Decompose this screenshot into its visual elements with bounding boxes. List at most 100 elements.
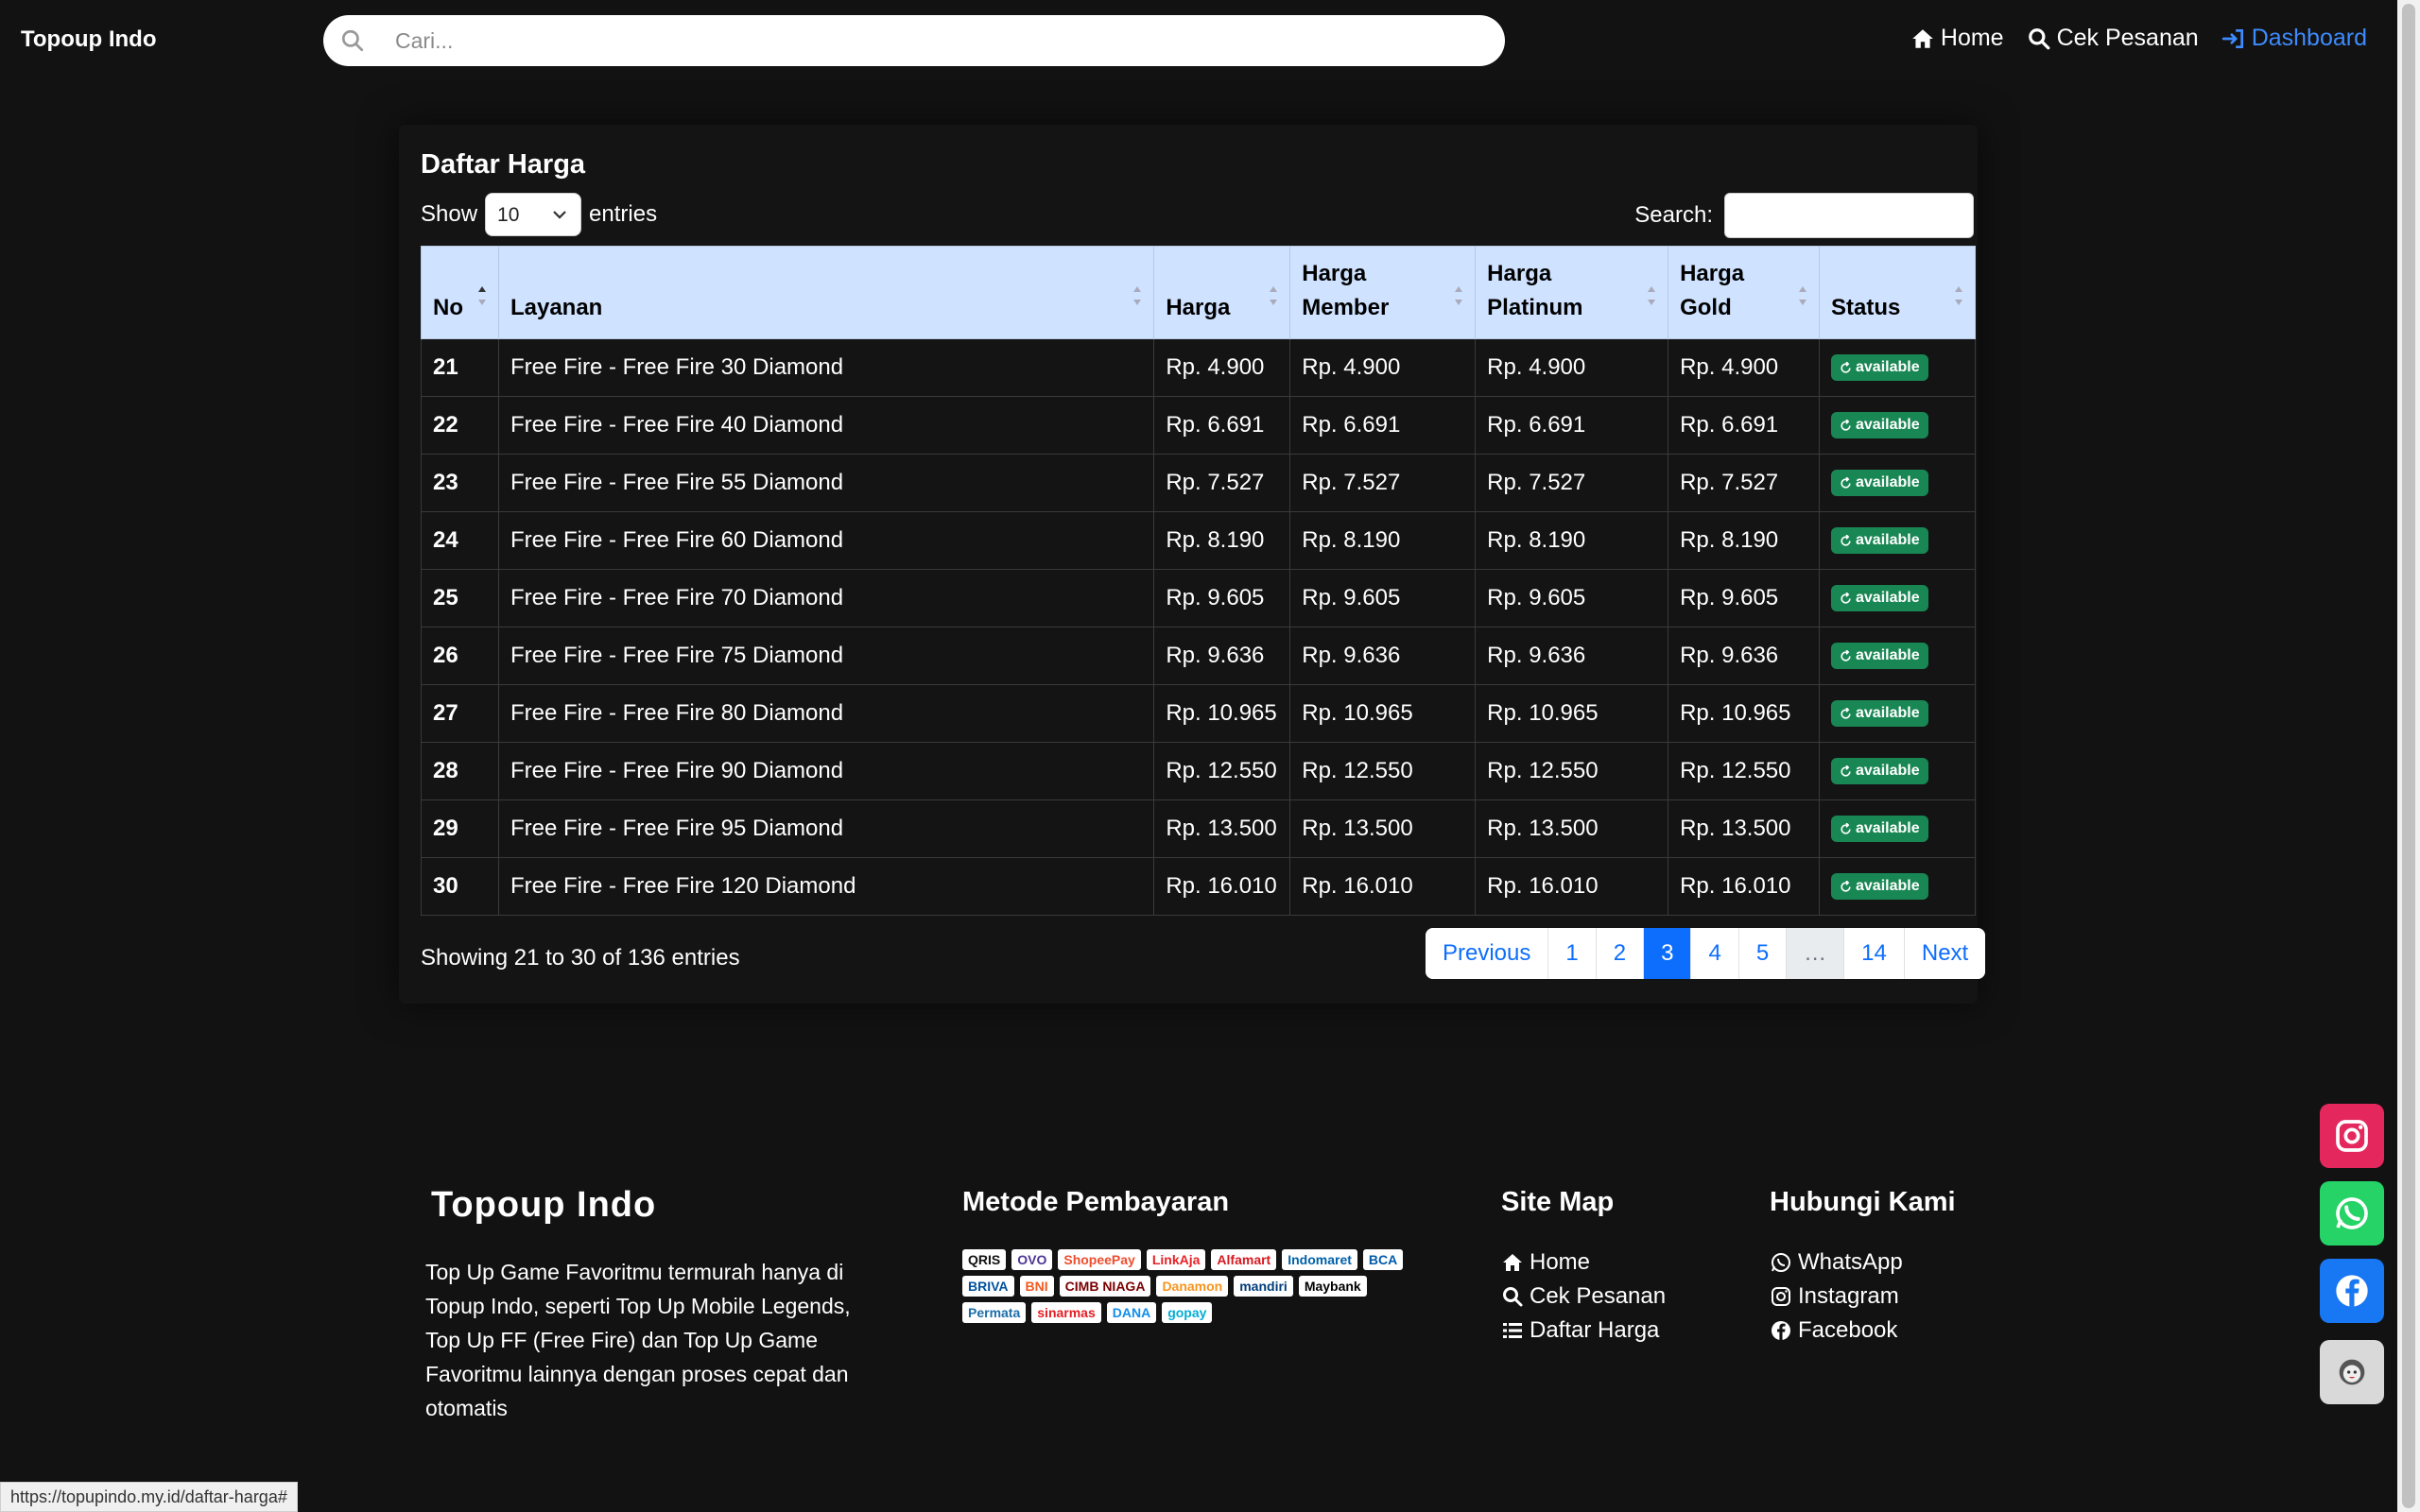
- scrollbar-thumb[interactable]: [2402, 4, 2415, 1508]
- pagination-button[interactable]: Previous: [1426, 928, 1549, 979]
- cell-harga-gold: Rp. 16.010: [1668, 857, 1820, 916]
- show-label: Show: [421, 201, 478, 227]
- table-search-input[interactable]: [1724, 193, 1974, 238]
- instagram-fab[interactable]: [2320, 1104, 2384, 1168]
- status-label: available: [1856, 590, 1920, 607]
- cell-no: 26: [421, 627, 499, 685]
- cell-harga-platinum: Rp. 6.691: [1475, 396, 1669, 455]
- col-harga[interactable]: Harga: [1153, 246, 1291, 339]
- refresh-icon: [1841, 765, 1851, 777]
- status-badge: available: [1831, 527, 1928, 555]
- status-label: available: [1856, 359, 1920, 376]
- status-badge: available: [1831, 816, 1928, 843]
- payment-logo: OVO: [1011, 1249, 1053, 1270]
- page-length-select[interactable]: 10: [485, 193, 582, 236]
- cell-harga-member: Rp. 12.550: [1289, 742, 1477, 800]
- cell-harga: Rp. 7.527: [1153, 454, 1291, 512]
- cell-status: available: [1819, 627, 1976, 685]
- sitemap-daftar-harga-link[interactable]: Daftar Harga: [1501, 1314, 1666, 1348]
- col-status[interactable]: Status: [1819, 246, 1976, 339]
- cell-harga-gold: Rp. 9.636: [1668, 627, 1820, 685]
- sort-icon: [1133, 286, 1142, 305]
- refresh-icon: [1841, 649, 1851, 662]
- table-row: 29 Free Fire - Free Fire 95 Diamond Rp. 13…: [421, 799, 1976, 858]
- sitemap-list: Home Cek Pesanan Daftar Harga: [1501, 1246, 1666, 1348]
- brand-logo[interactable]: Topoup Indo: [21, 26, 157, 53]
- table-info: Showing 21 to 30 of 136 entries: [421, 945, 740, 971]
- support-fab[interactable]: [2320, 1340, 2384, 1404]
- navbar: Topoup Indo Home Cek Pesanan Dashboard: [0, 0, 2397, 81]
- contact-whatsapp-link[interactable]: WhatsApp: [1770, 1246, 1903, 1280]
- pagination-button[interactable]: 2: [1596, 928, 1645, 979]
- entries-label: entries: [589, 201, 658, 227]
- pagination-button[interactable]: 14: [1844, 928, 1905, 979]
- facebook-fab[interactable]: [2320, 1259, 2384, 1323]
- instagram-icon: [1772, 1287, 1790, 1306]
- payment-logo: Alfamart: [1211, 1249, 1277, 1270]
- nav-home-label: Home: [1940, 25, 2004, 51]
- pagination-button[interactable]: 5: [1738, 928, 1788, 979]
- cell-harga: Rp. 16.010: [1153, 857, 1291, 916]
- sitemap-cek-pesanan-link[interactable]: Cek Pesanan: [1501, 1280, 1666, 1314]
- sort-icon: [1455, 286, 1463, 305]
- support-agent-icon: [2339, 1359, 2365, 1385]
- price-table: No Layanan Harga Harga Member Harga Plat…: [421, 246, 1976, 916]
- col-harga-platinum[interactable]: Harga Platinum: [1475, 246, 1669, 339]
- cell-status: available: [1819, 454, 1976, 512]
- status-label: available: [1856, 417, 1920, 434]
- status-label: available: [1856, 532, 1920, 549]
- cell-harga: Rp. 12.550: [1153, 742, 1291, 800]
- payment-logo: mandiri: [1234, 1276, 1293, 1297]
- footer-brand: Topoup Indo: [431, 1185, 657, 1225]
- cell-status: available: [1819, 569, 1976, 627]
- contact-facebook-label: Facebook: [1798, 1317, 1898, 1343]
- pagination-button[interactable]: 4: [1691, 928, 1739, 979]
- nav-dashboard-link[interactable]: Dashboard: [2221, 25, 2367, 52]
- sitemap-home-link[interactable]: Home: [1501, 1246, 1666, 1280]
- cell-no: 30: [421, 857, 499, 916]
- pagination-button[interactable]: 3: [1644, 928, 1692, 979]
- col-layanan[interactable]: Layanan: [497, 246, 1155, 339]
- cell-harga-member: Rp. 16.010: [1289, 857, 1477, 916]
- pagination-button[interactable]: Next: [1904, 928, 1986, 979]
- cell-harga: Rp. 4.900: [1153, 338, 1291, 397]
- cell-harga-member: Rp. 13.500: [1289, 799, 1477, 858]
- nav-home-link[interactable]: Home: [1910, 25, 2004, 52]
- page-scrollbar[interactable]: [2397, 0, 2420, 1512]
- status-badge: available: [1831, 758, 1928, 785]
- cell-status: available: [1819, 742, 1976, 800]
- filter-label: Search:: [1634, 202, 1713, 228]
- cell-harga-platinum: Rp. 13.500: [1475, 799, 1669, 858]
- col-harga-member[interactable]: Harga Member: [1289, 246, 1477, 339]
- col-label: Harga Member: [1302, 261, 1390, 320]
- col-no[interactable]: No: [421, 246, 499, 339]
- payment-logo: ShopeePay: [1058, 1249, 1141, 1270]
- cell-no: 28: [421, 742, 499, 800]
- search-input[interactable]: [395, 23, 1482, 59]
- col-label: Status: [1831, 295, 1901, 320]
- payment-logo: Maybank: [1298, 1276, 1367, 1297]
- search-bar[interactable]: [323, 15, 1505, 66]
- table-body: 21 Free Fire - Free Fire 30 Diamond Rp. 4.…: [421, 338, 1976, 916]
- cell-no: 25: [421, 569, 499, 627]
- sort-icon: [1955, 286, 1962, 305]
- nav-cek-pesanan-link[interactable]: Cek Pesanan: [2027, 25, 2199, 52]
- cell-harga-gold: Rp. 4.900: [1668, 338, 1820, 397]
- col-harga-gold[interactable]: Harga Gold: [1668, 246, 1820, 339]
- cell-harga-member: Rp. 10.965: [1289, 684, 1477, 743]
- contact-instagram-link[interactable]: Instagram: [1770, 1280, 1903, 1314]
- table-row: 21 Free Fire - Free Fire 30 Diamond Rp. 4.…: [421, 338, 1976, 397]
- home-icon: [1503, 1254, 1522, 1271]
- payment-title: Metode Pembayaran: [962, 1187, 1230, 1217]
- contact-title: Hubungi Kami: [1770, 1187, 1956, 1217]
- cell-harga-platinum: Rp. 10.965: [1475, 684, 1669, 743]
- payment-logo: gopay: [1162, 1302, 1213, 1323]
- table-header-row: No Layanan Harga Harga Member Harga Plat…: [421, 246, 1976, 339]
- contact-facebook-link[interactable]: Facebook: [1770, 1314, 1903, 1348]
- whatsapp-fab[interactable]: [2320, 1181, 2384, 1246]
- cell-layanan: Free Fire - Free Fire 55 Diamond: [497, 454, 1155, 512]
- refresh-icon: [1841, 707, 1851, 719]
- pagination-button[interactable]: 1: [1548, 928, 1597, 979]
- cell-harga-platinum: Rp. 9.636: [1475, 627, 1669, 685]
- col-label: No: [433, 295, 463, 320]
